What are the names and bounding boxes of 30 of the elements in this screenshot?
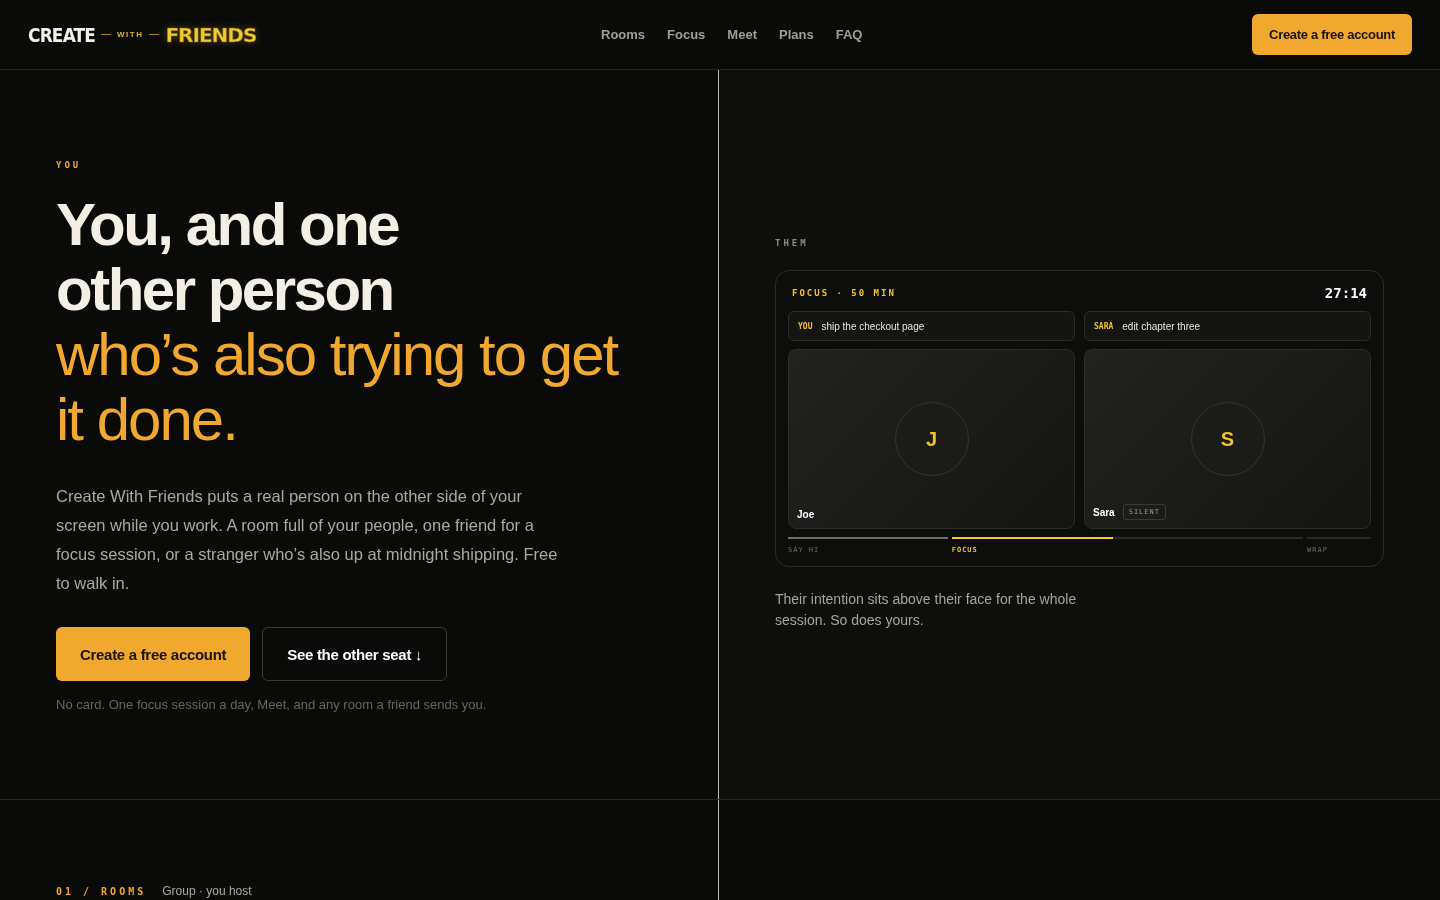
section-label: THEM: [775, 238, 810, 248]
create-account-button[interactable]: Create a free account: [1252, 14, 1412, 55]
participant-name: Joe: [797, 509, 815, 520]
section-label: YOU: [56, 160, 83, 170]
avatar: J: [894, 402, 969, 476]
see-other-seat-button[interactable]: See the other seat ↓: [262, 627, 448, 681]
seat-tag: SARA: [1094, 321, 1114, 331]
session-label: FOCUS · 50 MIN: [792, 288, 896, 298]
timer: 27:14: [1324, 285, 1367, 301]
nav-link[interactable]: Rooms: [601, 27, 646, 42]
create-account-button[interactable]: Create a free account: [56, 627, 251, 681]
logo-word: CREATE: [28, 22, 96, 47]
seat-tag: YOU: [798, 321, 813, 331]
hero-description: Create With Friends puts a real person on the other side of your screen while you work. A room full of your people, one friend for a focus session, or a stranger who’s also up at midnight shipping. Free to walk in.: [56, 486, 559, 594]
nav-link[interactable]: Focus: [667, 27, 706, 42]
intention-text: edit chapter three: [1122, 320, 1201, 332]
headline-accent: who’s also trying to get it done.: [56, 322, 619, 452]
intention-text: ship the checkout page: [821, 320, 925, 332]
nav-link[interactable]: FAQ: [835, 27, 863, 42]
section-index: 01 / ROOMS: [56, 886, 147, 897]
nav-link[interactable]: Plans: [779, 27, 814, 42]
logo-word: FRIENDS: [165, 22, 257, 47]
participant-name: Sara: [1093, 506, 1115, 518]
headline: You, and one other person: [56, 192, 400, 322]
nav-link[interactable]: Meet: [727, 27, 757, 42]
section-subtitle: Group · you host: [162, 884, 252, 898]
logo-word: WITH: [117, 30, 144, 39]
fine-print: No card. One focus session a day, Meet, and any room a friend sends you.: [56, 697, 488, 712]
caption: Their intention sits above their face for the whole session. So does yours.: [775, 590, 1078, 630]
avatar: S: [1190, 402, 1265, 476]
